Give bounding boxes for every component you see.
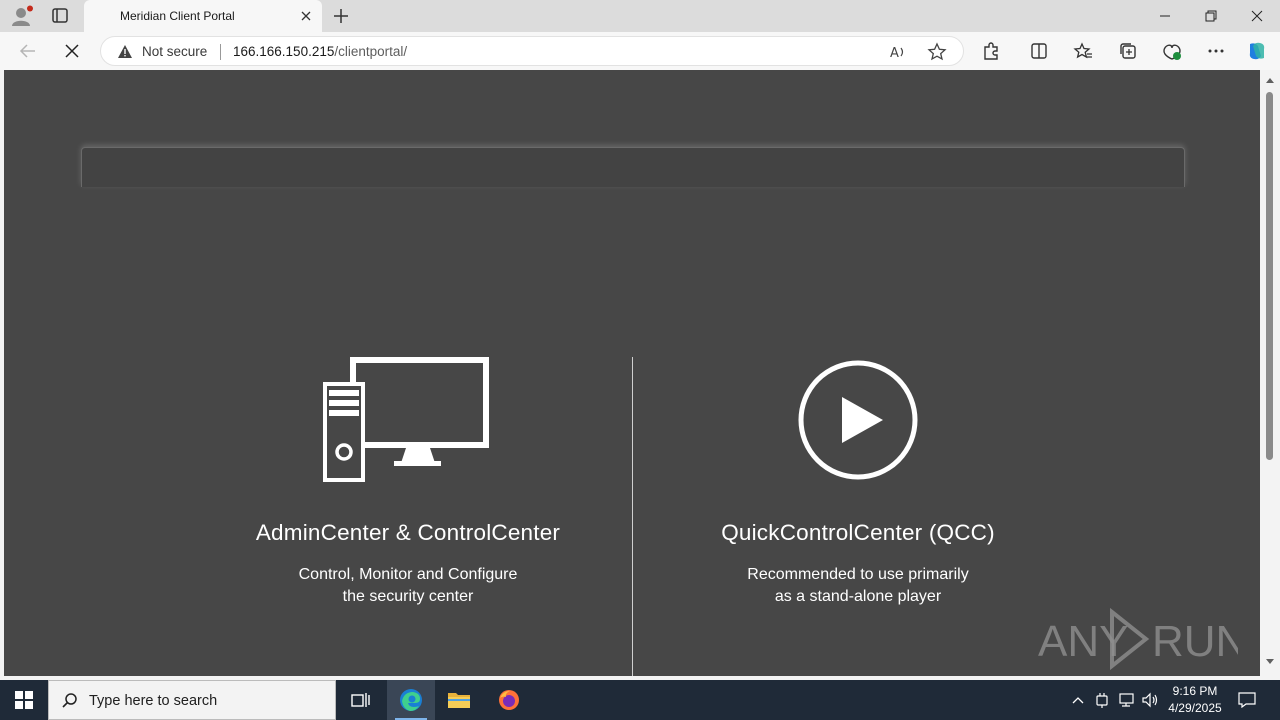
tab-title: Meridian Client Portal bbox=[120, 9, 235, 23]
clock-date: 4/29/2025 bbox=[1168, 701, 1222, 715]
admin-option-description: Control, Monitor and Configure the securi… bbox=[298, 566, 518, 605]
play-circle-icon bbox=[648, 355, 1068, 485]
qcc-option-description: Recommended to use primarily as a stand-a… bbox=[747, 566, 969, 605]
tab-actions-icon[interactable] bbox=[48, 6, 72, 26]
profile-avatar-icon[interactable] bbox=[10, 5, 34, 27]
extensions-icon[interactable] bbox=[979, 40, 1003, 62]
browser-tab-strip: Meridian Client Portal bbox=[0, 0, 1280, 32]
options-divider bbox=[632, 357, 633, 676]
desktop-computer-icon bbox=[198, 355, 618, 485]
favorites-icon[interactable] bbox=[1071, 40, 1095, 62]
tab-active[interactable]: Meridian Client Portal bbox=[84, 0, 322, 32]
url-path: /clientportal/ bbox=[334, 44, 408, 59]
scroll-up-arrow-icon[interactable] bbox=[1265, 76, 1275, 84]
tray-overflow-chevron-icon[interactable] bbox=[1068, 680, 1088, 720]
admin-option-title: AdminCenter & ControlCenter bbox=[255, 520, 561, 545]
file-explorer-icon[interactable] bbox=[435, 680, 483, 720]
search-placeholder: Type here to search bbox=[89, 693, 218, 709]
favorite-star-icon[interactable] bbox=[927, 42, 947, 62]
copilot-icon[interactable] bbox=[1245, 40, 1269, 62]
restore-button[interactable] bbox=[1188, 0, 1234, 32]
tab-close-icon[interactable] bbox=[298, 8, 314, 24]
windows-logo-icon bbox=[15, 691, 33, 709]
start-button[interactable] bbox=[0, 680, 48, 720]
warning-icon[interactable] bbox=[117, 44, 133, 59]
edge-taskbar-icon[interactable] bbox=[387, 680, 435, 720]
page-header-panel bbox=[81, 147, 1185, 187]
firefox-icon[interactable] bbox=[485, 680, 533, 720]
search-icon bbox=[62, 693, 77, 708]
taskbar-search-box[interactable]: Type here to search bbox=[48, 680, 336, 720]
qcc-option-title: QuickControlCenter (QCC) bbox=[721, 520, 995, 545]
read-aloud-icon[interactable]: A bbox=[889, 43, 907, 61]
settings-more-icon[interactable] bbox=[1204, 40, 1228, 62]
stop-loading-button[interactable] bbox=[58, 39, 86, 63]
page-scrollbar[interactable] bbox=[1260, 70, 1280, 676]
tray-device-icon[interactable] bbox=[1092, 680, 1112, 720]
svg-text:A: A bbox=[890, 46, 899, 61]
browser-toolbar: Not secure 166.166.150.215/clientportal/… bbox=[0, 32, 1280, 70]
windows-taskbar: Type here to search 9:16 PM 4/29/2025 bbox=[0, 680, 1280, 720]
network-icon[interactable] bbox=[1116, 680, 1138, 720]
url-text[interactable]: 166.166.150.215/clientportal/ bbox=[233, 44, 407, 59]
scrollbar-thumb[interactable] bbox=[1266, 92, 1273, 460]
new-tab-button[interactable] bbox=[330, 6, 352, 26]
notifications-icon[interactable] bbox=[1236, 680, 1258, 720]
address-bar[interactable]: Not secure 166.166.150.215/clientportal/… bbox=[100, 36, 964, 66]
close-window-button[interactable] bbox=[1234, 0, 1280, 32]
anyrun-watermark-logo: ANY RUN bbox=[1038, 606, 1247, 672]
collections-icon[interactable] bbox=[1116, 40, 1140, 62]
minimize-button[interactable] bbox=[1142, 0, 1188, 32]
task-view-icon[interactable] bbox=[336, 680, 384, 720]
page-viewport: AdminCenter & ControlCenter Control, Mon… bbox=[4, 70, 1260, 676]
scroll-down-arrow-icon[interactable] bbox=[1265, 658, 1275, 666]
quick-control-center-option[interactable]: QuickControlCenter (QCC) Recommended to … bbox=[648, 355, 1068, 608]
address-separator bbox=[220, 44, 221, 60]
volume-icon[interactable] bbox=[1140, 680, 1162, 720]
taskbar-clock[interactable]: 9:16 PM 4/29/2025 bbox=[1160, 683, 1230, 717]
clock-time: 9:16 PM bbox=[1172, 684, 1218, 698]
svg-text:RUN: RUN bbox=[1152, 617, 1238, 666]
back-button[interactable] bbox=[14, 39, 42, 63]
admin-control-center-option[interactable]: AdminCenter & ControlCenter Control, Mon… bbox=[198, 355, 618, 608]
browser-essentials-icon[interactable] bbox=[1160, 40, 1184, 62]
security-status[interactable]: Not secure bbox=[142, 44, 207, 59]
url-host: 166.166.150.215 bbox=[233, 44, 335, 59]
svg-text:ANY: ANY bbox=[1038, 617, 1128, 666]
split-screen-icon[interactable] bbox=[1027, 40, 1051, 62]
